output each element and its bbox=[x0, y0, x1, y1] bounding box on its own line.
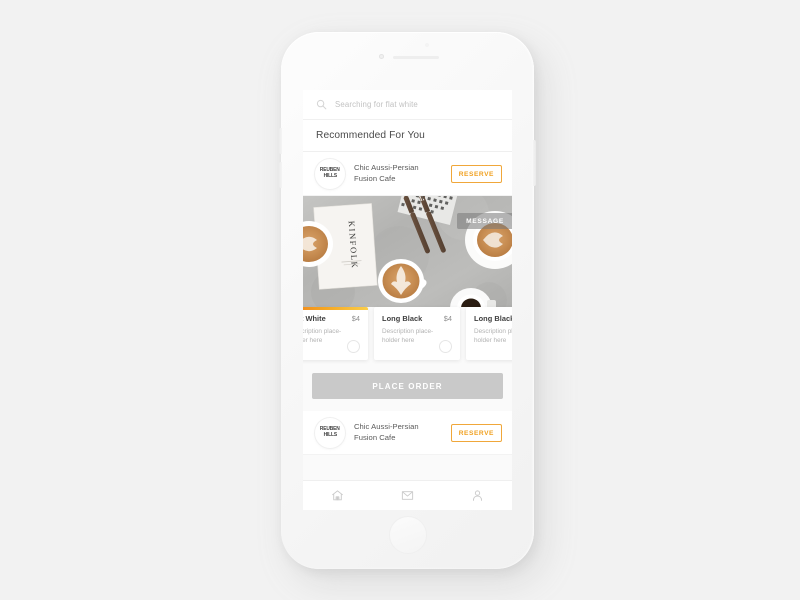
search-bar[interactable] bbox=[303, 90, 512, 120]
product-description-line2: holder here bbox=[474, 336, 507, 344]
person-icon bbox=[472, 490, 482, 501]
restaurant-card[interactable]: REUBEN HILLS Chic Aussi-Persian Fusion C… bbox=[303, 152, 512, 196]
envelope-icon bbox=[401, 491, 414, 500]
section-header: Recommended For You bbox=[303, 120, 512, 152]
restaurant-name-line2: Fusion Cafe bbox=[354, 432, 396, 442]
front-camera-icon bbox=[379, 54, 384, 59]
product-description: Description place- holder here bbox=[382, 328, 434, 346]
volume-up-button[interactable] bbox=[279, 128, 282, 154]
search-input[interactable] bbox=[335, 100, 495, 109]
product-card[interactable]: Flat White $4 Description place- holder … bbox=[303, 307, 368, 360]
product-description-line2: holder here bbox=[382, 336, 415, 344]
restaurant-name-line2: Fusion Cafe bbox=[354, 173, 396, 183]
restaurant-name: Chic Aussi-Persian Fusion Cafe bbox=[354, 163, 451, 183]
product-name: Flat White bbox=[303, 314, 326, 323]
product-card[interactable]: Long Black $4 Description place- holder … bbox=[374, 307, 460, 360]
product-carousel[interactable]: Flat White $4 Description place- holder … bbox=[303, 307, 512, 369]
product-name: Long Black bbox=[474, 314, 512, 323]
earpiece-speaker bbox=[393, 55, 439, 59]
hero-photo[interactable]: KINFOLK MESSAGE bbox=[303, 196, 512, 318]
place-order-section: PLACE ORDER bbox=[303, 369, 512, 411]
product-description-line1: Description place- bbox=[382, 328, 434, 335]
product-description: Description pla- holder here bbox=[474, 328, 512, 346]
product-description: Description place- holder here bbox=[303, 328, 342, 346]
restaurant-name: Chic Aussi-Persian Fusion Cafe bbox=[354, 422, 451, 442]
search-icon bbox=[316, 99, 327, 110]
restaurant-logo: REUBEN HILLS bbox=[315, 158, 345, 189]
product-select-toggle[interactable] bbox=[439, 340, 452, 353]
volume-down-button[interactable] bbox=[279, 162, 282, 188]
product-card[interactable]: Long Black $4 Description pla- holder he… bbox=[466, 307, 512, 360]
restaurant-name-line1: Chic Aussi-Persian bbox=[354, 163, 419, 173]
phone-frame: Recommended For You REUBEN HILLS Chic Au… bbox=[279, 32, 536, 569]
product-description-line1: Description place- bbox=[303, 328, 342, 335]
product-name: Long Black bbox=[382, 314, 423, 323]
product-header: Long Black $4 bbox=[382, 314, 452, 323]
power-button[interactable] bbox=[533, 140, 536, 186]
home-button[interactable] bbox=[388, 516, 427, 554]
nav-item-messages[interactable] bbox=[373, 489, 443, 502]
reserve-button[interactable]: RESERVE bbox=[450, 423, 502, 442]
product-price: $4 bbox=[443, 314, 452, 323]
place-order-button[interactable]: PLACE ORDER bbox=[312, 373, 503, 399]
nav-item-profile[interactable] bbox=[442, 489, 512, 502]
reserve-button[interactable]: RESERVE bbox=[450, 164, 502, 183]
product-header: Long Black $4 bbox=[474, 314, 512, 323]
home-icon bbox=[332, 490, 344, 501]
product-header: Flat White $4 bbox=[303, 314, 360, 323]
bottom-navigation bbox=[303, 480, 512, 510]
product-select-toggle[interactable] bbox=[347, 340, 360, 353]
logo-text-line2: HILLS bbox=[323, 431, 337, 438]
phone-screen: Recommended For You REUBEN HILLS Chic Au… bbox=[303, 90, 512, 510]
restaurant-name-line1: Chic Aussi-Persian bbox=[354, 422, 419, 432]
product-description-line1: Description pla- bbox=[474, 328, 512, 335]
page-title: Recommended For You bbox=[316, 130, 425, 141]
message-badge[interactable]: MESSAGE bbox=[457, 213, 512, 229]
product-description-line2: holder here bbox=[303, 336, 323, 344]
nav-item-home[interactable] bbox=[303, 489, 373, 502]
restaurant-logo: REUBEN HILLS bbox=[315, 417, 345, 448]
proximity-sensor-icon bbox=[425, 43, 429, 47]
logo-text-line2: HILLS bbox=[323, 172, 337, 179]
restaurant-card[interactable]: REUBEN HILLS Chic Aussi-Persian Fusion C… bbox=[303, 411, 512, 455]
product-price: $4 bbox=[351, 314, 360, 323]
